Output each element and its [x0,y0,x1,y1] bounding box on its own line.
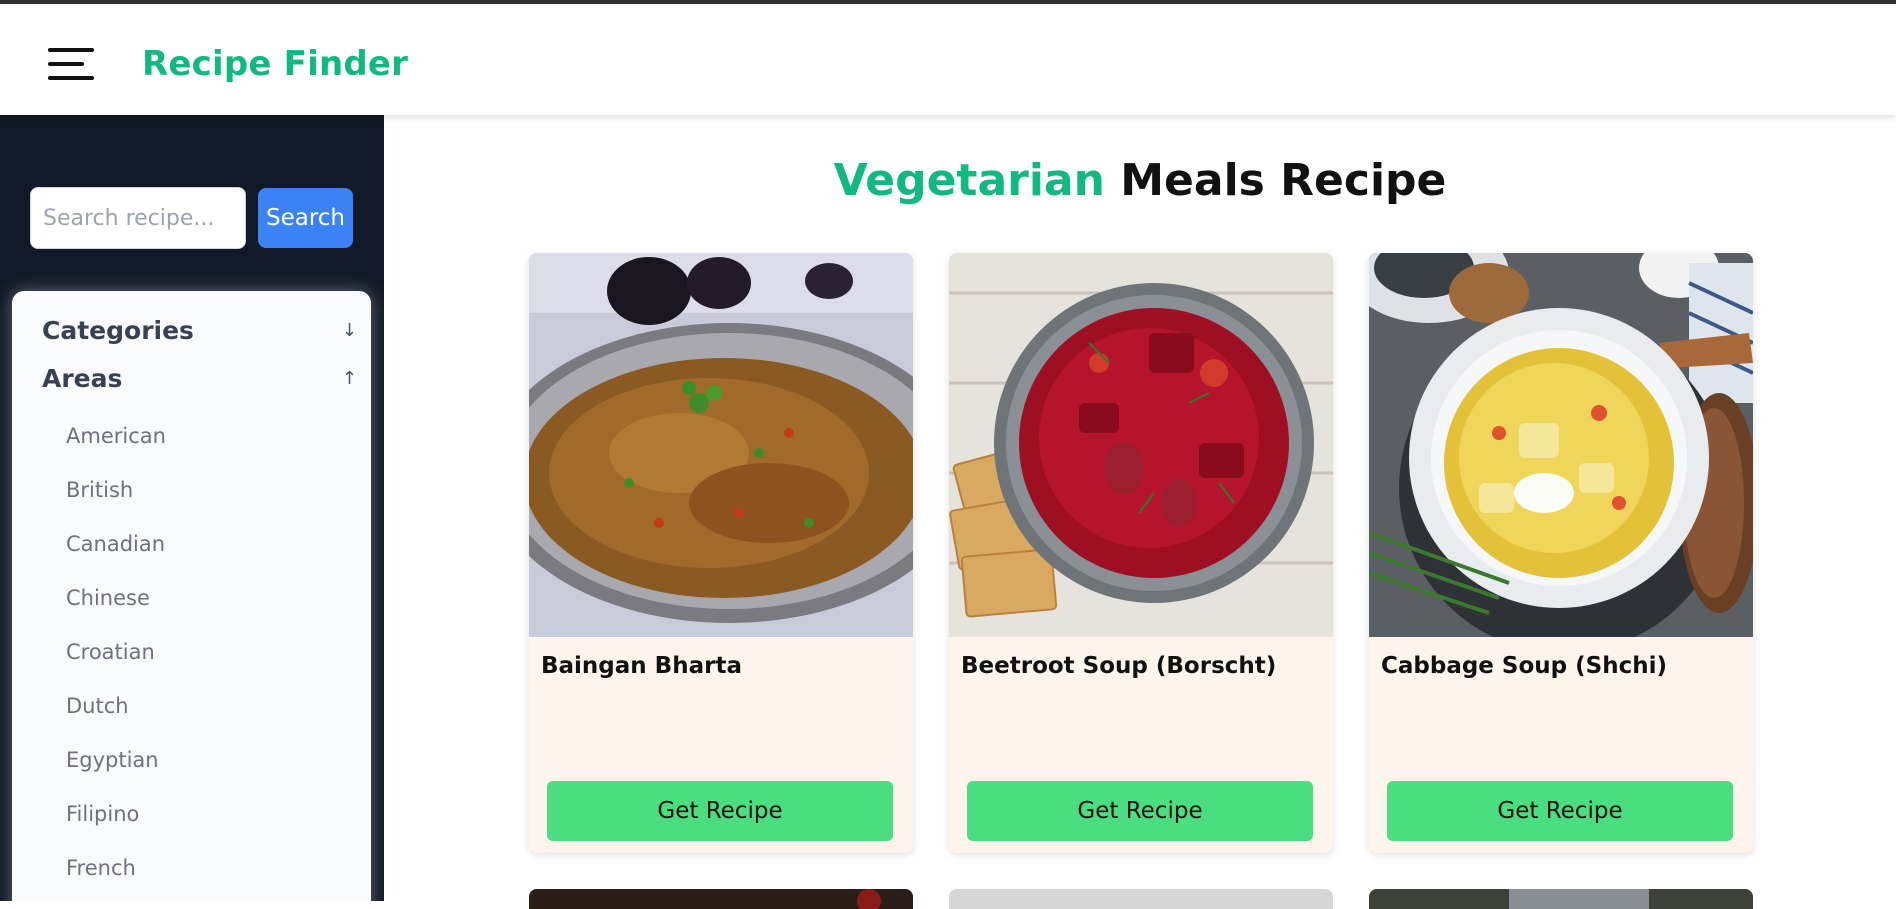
recipe-image-beetroot-soup[interactable] [949,253,1333,637]
arrow-up-icon: ↑ [341,368,357,389]
recipe-title: Beetroot Soup (Borscht) [961,653,1277,679]
filter-panel: Categories ↓ Areas ↑ American British Ca… [12,291,371,901]
arrow-down-icon: ↓ [341,320,357,341]
recipe-card-peek [529,889,913,909]
area-item-american[interactable]: American [66,424,346,460]
app-header: Recipe Finder [0,4,1896,115]
search-button[interactable]: Search [258,188,353,248]
section-areas[interactable]: Areas ↑ [42,364,357,404]
area-item-canadian[interactable]: Canadian [66,532,346,568]
page-title-rest: Meals Recipe [1120,155,1447,206]
hamburger-icon[interactable] [48,48,94,84]
area-item-filipino[interactable]: Filipino [66,802,346,838]
get-recipe-button[interactable]: Get Recipe [1387,781,1733,841]
recipe-card: Baingan Bharta Get Recipe [529,253,913,853]
app-title: Recipe Finder [142,44,409,84]
recipe-card: Beetroot Soup (Borscht) Get Recipe [949,253,1333,853]
area-item-french[interactable]: French [66,856,346,892]
section-areas-label: Areas [42,364,123,393]
section-categories-label: Categories [42,316,194,345]
recipe-title: Baingan Bharta [541,653,742,679]
recipe-image-baingan-bharta[interactable] [529,253,913,637]
area-item-croatian[interactable]: Croatian [66,640,346,676]
recipe-card-peek [1369,889,1753,909]
page-title-accent: Vegetarian [833,155,1105,206]
area-item-egyptian[interactable]: Egyptian [66,748,346,784]
main-content: Vegetarian Meals Recipe Baingan Bharta G… [384,115,1896,909]
search-input[interactable] [30,187,246,249]
area-item-dutch[interactable]: Dutch [66,694,346,730]
recipe-title: Cabbage Soup (Shchi) [1381,653,1667,679]
recipe-card: Cabbage Soup (Shchi) Get Recipe [1369,253,1753,853]
sidebar: Search Categories ↓ Areas ↑ American Bri… [0,115,384,901]
area-item-chinese[interactable]: Chinese [66,586,346,622]
page-title: Vegetarian Meals Recipe [384,155,1896,206]
recipe-image-cabbage-soup[interactable] [1369,253,1753,637]
get-recipe-button[interactable]: Get Recipe [967,781,1313,841]
section-categories[interactable]: Categories ↓ [42,316,357,356]
recipe-card-peek [949,889,1333,909]
area-item-british[interactable]: British [66,478,346,514]
get-recipe-button[interactable]: Get Recipe [547,781,893,841]
